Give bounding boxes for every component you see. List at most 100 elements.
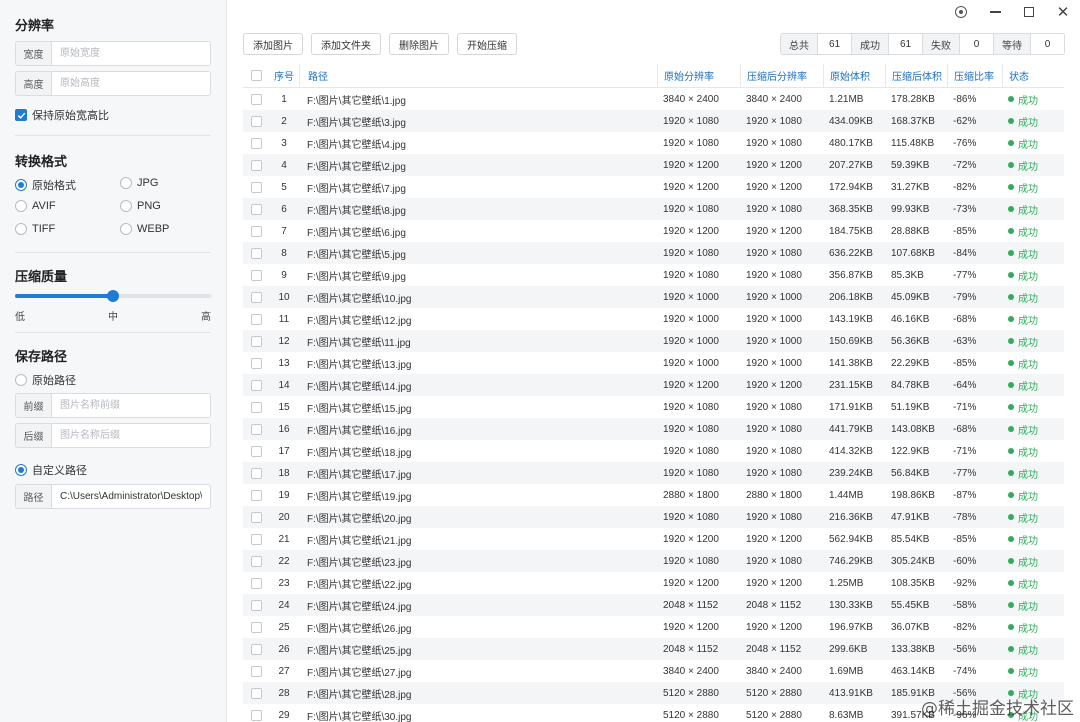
slider-thumb[interactable] <box>107 290 119 302</box>
table-row[interactable]: 20 F:\图片\其它壁纸\20.jpg 1920 × 1080 1920 × 108… <box>243 506 1064 528</box>
col-index[interactable]: 序号 <box>269 64 299 87</box>
format-radio-original[interactable]: 原始格式 <box>15 177 76 193</box>
format-radio-avif[interactable]: AVIF <box>15 200 56 212</box>
table-row[interactable]: 22 F:\图片\其它壁纸\23.jpg 1920 × 1080 1920 × 108… <box>243 550 1064 572</box>
table-row[interactable]: 3 F:\图片\其它壁纸\4.jpg 1920 × 1080 1920 × 1080 4… <box>243 132 1064 154</box>
row-checkbox[interactable] <box>243 352 269 374</box>
table-row[interactable]: 24 F:\图片\其它壁纸\24.jpg 2048 × 1152 2048 × 115… <box>243 594 1064 616</box>
table-row[interactable]: 6 F:\图片\其它壁纸\8.jpg 1920 × 1080 1920 × 1080 3… <box>243 198 1064 220</box>
row-checkbox[interactable] <box>243 616 269 638</box>
row-orig-res: 1920 × 1200 <box>663 225 719 237</box>
row-checkbox[interactable] <box>243 682 269 704</box>
remove-image-button[interactable]: 删除图片 <box>389 33 449 55</box>
table-row[interactable]: 26 F:\图片\其它壁纸\25.jpg 2048 × 1152 2048 × 115… <box>243 638 1064 660</box>
table-row[interactable]: 8 F:\图片\其它壁纸\5.jpg 1920 × 1080 1920 × 1080 6… <box>243 242 1064 264</box>
row-checkbox[interactable] <box>243 286 269 308</box>
row-checkbox[interactable] <box>243 506 269 528</box>
col-orig-size[interactable]: 原始体积 <box>823 64 885 87</box>
table-row[interactable]: 1 F:\图片\其它壁纸\1.jpg 3840 × 2400 3840 × 2400 1… <box>243 88 1064 110</box>
row-checkbox[interactable] <box>243 220 269 242</box>
table-row[interactable]: 19 F:\图片\其它壁纸\19.jpg 2880 × 1800 2880 × 180… <box>243 484 1064 506</box>
table-row[interactable]: 7 F:\图片\其它壁纸\6.jpg 1920 × 1200 1920 × 1200 1… <box>243 220 1064 242</box>
row-checkbox[interactable] <box>243 198 269 220</box>
row-checkbox[interactable] <box>243 594 269 616</box>
format-radio-webp[interactable]: WEBP <box>120 223 169 235</box>
row-checkbox[interactable] <box>243 176 269 198</box>
row-comp-res: 2880 × 1800 <box>746 489 802 501</box>
format-radio-png[interactable]: PNG <box>120 200 161 212</box>
keep-ratio-checkbox[interactable]: 保持原始宽高比 <box>15 107 109 123</box>
add-folder-button[interactable]: 添加文件夹 <box>311 33 381 55</box>
select-all-checkbox[interactable] <box>243 64 269 87</box>
col-path[interactable]: 路径 <box>299 64 657 87</box>
row-checkbox[interactable] <box>243 440 269 462</box>
row-checkbox[interactable] <box>243 132 269 154</box>
col-comp-size[interactable]: 压缩后体积 <box>885 64 947 87</box>
table-row[interactable]: 21 F:\图片\其它壁纸\21.jpg 1920 × 1200 1920 × 120… <box>243 528 1064 550</box>
table-row[interactable]: 23 F:\图片\其它壁纸\22.jpg 1920 × 1200 1920 × 120… <box>243 572 1064 594</box>
row-ratio: -77% <box>953 269 977 281</box>
table-row[interactable]: 2 F:\图片\其它壁纸\3.jpg 1920 × 1080 1920 × 1080 4… <box>243 110 1064 132</box>
checkbox-icon <box>250 181 262 193</box>
row-checkbox[interactable] <box>243 110 269 132</box>
row-checkbox[interactable] <box>243 330 269 352</box>
row-checkbox[interactable] <box>243 396 269 418</box>
row-checkbox[interactable] <box>243 638 269 660</box>
row-checkbox[interactable] <box>243 572 269 594</box>
row-checkbox[interactable] <box>243 308 269 330</box>
row-checkbox[interactable] <box>243 528 269 550</box>
add-image-button[interactable]: 添加图片 <box>243 33 303 55</box>
format-radio-jpg[interactable]: JPG <box>120 177 158 189</box>
row-checkbox[interactable] <box>243 462 269 484</box>
path-input[interactable] <box>52 485 210 508</box>
table-row[interactable]: 27 F:\图片\其它壁纸\27.jpg 3840 × 2400 3840 × 240… <box>243 660 1064 682</box>
height-input[interactable] <box>52 72 210 95</box>
quality-slider[interactable] <box>15 290 211 302</box>
row-checkbox[interactable] <box>243 704 269 722</box>
row-orig-res: 1920 × 1080 <box>663 401 719 413</box>
save-radio-custom[interactable]: 自定义路径 <box>15 462 87 478</box>
row-index: 13 <box>278 357 290 369</box>
row-checkbox[interactable] <box>243 88 269 110</box>
col-ratio[interactable]: 压缩比率 <box>947 64 1002 87</box>
row-checkbox[interactable] <box>243 242 269 264</box>
table-row[interactable]: 12 F:\图片\其它壁纸\11.jpg 1920 × 1000 1920 × 100… <box>243 330 1064 352</box>
row-checkbox[interactable] <box>243 484 269 506</box>
status-text: 成功 <box>1018 623 1038 635</box>
save-radio-original[interactable]: 原始路径 <box>15 372 76 388</box>
table-row[interactable]: 9 F:\图片\其它壁纸\9.jpg 1920 × 1080 1920 × 1080 3… <box>243 264 1064 286</box>
row-comp-size: 28.88KB <box>891 225 930 237</box>
format-radio-tiff[interactable]: TIFF <box>15 223 55 235</box>
row-checkbox[interactable] <box>243 660 269 682</box>
status-dot-icon <box>1008 514 1014 520</box>
table-row[interactable]: 25 F:\图片\其它壁纸\26.jpg 1920 × 1200 1920 × 120… <box>243 616 1064 638</box>
table-row[interactable]: 15 F:\图片\其它壁纸\15.jpg 1920 × 1080 1920 × 108… <box>243 396 1064 418</box>
width-input[interactable] <box>52 42 210 65</box>
table-row[interactable]: 14 F:\图片\其它壁纸\14.jpg 1920 × 1200 1920 × 120… <box>243 374 1064 396</box>
prefix-input[interactable] <box>52 394 210 417</box>
table-row[interactable]: 17 F:\图片\其它壁纸\18.jpg 1920 × 1080 1920 × 108… <box>243 440 1064 462</box>
row-checkbox[interactable] <box>243 374 269 396</box>
col-orig-res[interactable]: 原始分辨率 <box>657 64 740 87</box>
row-comp-res: 1920 × 1080 <box>746 203 802 215</box>
checkbox-icon <box>250 467 262 479</box>
row-status: 成功 <box>1002 264 1064 286</box>
table-row[interactable]: 10 F:\图片\其它壁纸\10.jpg 1920 × 1000 1920 × 100… <box>243 286 1064 308</box>
row-checkbox[interactable] <box>243 418 269 440</box>
table-row[interactable]: 11 F:\图片\其它壁纸\12.jpg 1920 × 1000 1920 × 100… <box>243 308 1064 330</box>
table-row[interactable]: 13 F:\图片\其它壁纸\13.jpg 1920 × 1000 1920 × 100… <box>243 352 1064 374</box>
row-status: 成功 <box>1002 396 1064 418</box>
start-compress-button[interactable]: 开始压缩 <box>457 33 517 55</box>
table-row[interactable]: 4 F:\图片\其它壁纸\2.jpg 1920 × 1200 1920 × 1200 2… <box>243 154 1064 176</box>
table-row[interactable]: 18 F:\图片\其它壁纸\17.jpg 1920 × 1080 1920 × 108… <box>243 462 1064 484</box>
col-status[interactable]: 状态 <box>1002 64 1064 87</box>
row-checkbox[interactable] <box>243 154 269 176</box>
suffix-input[interactable] <box>52 424 210 447</box>
col-comp-res[interactable]: 压缩后分辨率 <box>740 64 823 87</box>
table-row[interactable]: 16 F:\图片\其它壁纸\16.jpg 1920 × 1080 1920 × 108… <box>243 418 1064 440</box>
width-label: 宽度 <box>16 42 52 65</box>
settings-sidebar: 分辨率 宽度 高度 保持原始宽高比 转换格式 原始格式 JPG AVIF PNG… <box>0 0 227 722</box>
row-checkbox[interactable] <box>243 550 269 572</box>
table-row[interactable]: 5 F:\图片\其它壁纸\7.jpg 1920 × 1200 1920 × 1200 1… <box>243 176 1064 198</box>
row-checkbox[interactable] <box>243 264 269 286</box>
